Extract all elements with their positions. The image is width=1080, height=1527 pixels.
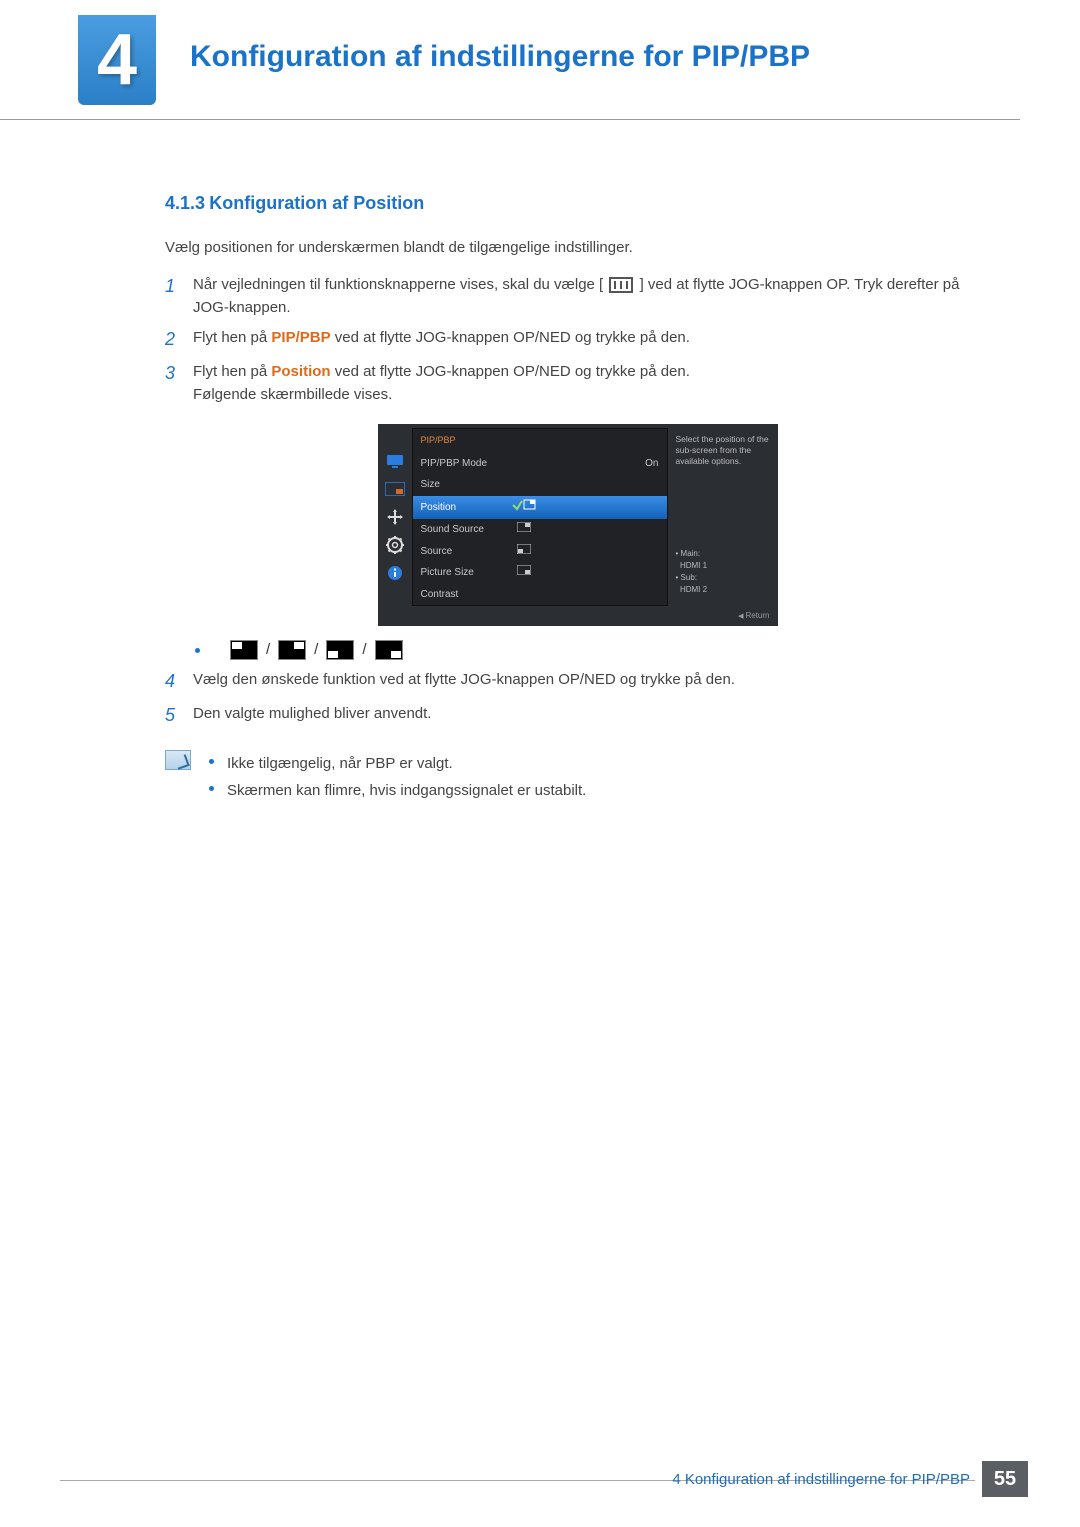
position-option-tr — [278, 640, 306, 660]
chapter-number: 4 — [97, 19, 137, 101]
osd-row-picturesize: Picture Size — [413, 562, 667, 584]
separator: / — [266, 638, 270, 661]
osd-help-panel: Select the position of the sub-screen fr… — [668, 424, 778, 606]
osd-row-label: Position — [421, 500, 511, 516]
check-icon — [511, 499, 537, 517]
osd-sidebar — [378, 424, 412, 606]
step-5: 5 Den valgte mulighed bliver anvendt. — [165, 702, 990, 730]
section-heading: 4.1.3 Konfiguration af Position — [165, 190, 990, 218]
osd-row-contrast: Contrast — [413, 584, 667, 606]
step-4: 4 Vælg den ønskede funktion ved at flytt… — [165, 668, 990, 696]
osd-row-size: Size — [413, 474, 667, 496]
osd-menu: PIP/PBP PIP/PBP Mode On Size Position So… — [412, 428, 668, 606]
osd-screenshot: PIP/PBP PIP/PBP Mode On Size Position So… — [378, 424, 778, 626]
note-icon — [165, 750, 191, 770]
step-2-text-a: Flyt hen på — [193, 329, 271, 346]
step-1-text-a: Når vejledningen til funktionsknapperne … — [193, 276, 603, 293]
osd-main-label: Main: — [681, 549, 701, 558]
footer-title: 4 Konfiguration af indstillingerne for P… — [660, 1471, 982, 1488]
step-body: Flyt hen på Position ved at flytte JOG-k… — [193, 360, 990, 407]
bullet-icon — [195, 648, 200, 653]
chapter-tab: 4 — [78, 15, 156, 105]
step-3-text-c: Følgende skærmbillede vises. — [193, 383, 990, 406]
step-body: Vælg den ønskede funktion ved at flytte … — [193, 668, 990, 696]
pip-icon — [384, 480, 406, 498]
section-number: 4.1.3 — [165, 193, 205, 213]
position-option-tl — [230, 640, 258, 660]
page-title: Konfiguration af indstillingerne for PIP… — [190, 40, 810, 74]
step-body: Flyt hen på PIP/PBP ved at flytte JOG-kn… — [193, 326, 990, 354]
osd-status: • Main: HDMI 1 • Sub: HDMI 2 — [676, 548, 708, 596]
step-3-keyword: Position — [271, 363, 330, 380]
osd-row-label: Picture Size — [421, 565, 511, 581]
brightness-icon — [384, 452, 406, 470]
note-list: Ikke tilgængelig, når PBP er valgt. Skær… — [209, 748, 586, 807]
step-2-text-b: ved at flytte JOG-knappen OP/NED og tryk… — [335, 329, 690, 346]
page-footer: 4 Konfiguration af indstillingerne for P… — [0, 1461, 1080, 1497]
osd-main-val: HDMI 1 — [680, 561, 707, 570]
osd-row-position: Position — [413, 496, 667, 520]
position-options-line: / / / — [195, 638, 990, 661]
osd-row-label: Contrast — [421, 587, 511, 603]
step-number: 3 — [165, 360, 193, 407]
move-icon — [384, 508, 406, 526]
step-1: 1 Når vejledningen til funktionsknappern… — [165, 273, 990, 320]
page-header: 4 Konfiguration af indstillingerne for P… — [0, 0, 1020, 120]
note-item: Ikke tilgængelig, når PBP er valgt. — [209, 752, 586, 775]
position-option-bl — [326, 640, 354, 660]
step-2: 2 Flyt hen på PIP/PBP ved at flytte JOG-… — [165, 326, 990, 354]
separator: / — [362, 638, 366, 661]
osd-row-source: Source — [413, 541, 667, 563]
step-number: 4 — [165, 668, 193, 696]
osd-row-label: Sound Source — [421, 522, 511, 538]
osd-menu-title: PIP/PBP — [413, 429, 667, 453]
osd-help-text: Select the position of the sub-screen fr… — [676, 434, 770, 467]
step-number: 2 — [165, 326, 193, 354]
pip-bl-icon — [511, 544, 537, 560]
pip-br-icon — [511, 565, 537, 581]
osd-row-value: On — [645, 456, 658, 472]
step-3: 3 Flyt hen på Position ved at flytte JOG… — [165, 360, 990, 407]
step-number: 1 — [165, 273, 193, 320]
osd-row-label: Size — [421, 477, 511, 493]
step-3-text-b: ved at flytte JOG-knappen OP/NED og tryk… — [335, 363, 690, 380]
osd-row-label: Source — [421, 544, 511, 560]
osd-row-sound: Sound Source — [413, 519, 667, 541]
step-number: 5 — [165, 702, 193, 730]
position-option-br — [375, 640, 403, 660]
step-2-keyword: PIP/PBP — [271, 329, 330, 346]
osd-sub-label: Sub: — [681, 573, 697, 582]
info-icon — [384, 564, 406, 582]
step-body: Når vejledningen til funktionsknapperne … — [193, 273, 990, 320]
osd-row-mode: PIP/PBP Mode On — [413, 453, 667, 475]
content: 4.1.3 Konfiguration af Position Vælg pos… — [0, 120, 1080, 806]
step-3-text-a: Flyt hen på — [193, 363, 271, 380]
menu-icon — [609, 277, 633, 293]
osd-row-label: PIP/PBP Mode — [421, 456, 511, 472]
page-number: 55 — [982, 1461, 1028, 1497]
note-block: Ikke tilgængelig, når PBP er valgt. Skær… — [165, 748, 990, 807]
osd-return: Return — [738, 610, 769, 623]
osd-sub-val: HDMI 2 — [680, 585, 707, 594]
note-item: Skærmen kan flimre, hvis indgangssignale… — [209, 779, 586, 802]
intro-text: Vælg positionen for underskærmen blandt … — [165, 236, 990, 259]
pip-tr-icon — [511, 522, 537, 538]
gear-icon — [384, 536, 406, 554]
step-body: Den valgte mulighed bliver anvendt. — [193, 702, 990, 730]
section-title: Konfiguration af Position — [209, 193, 424, 213]
separator: / — [314, 638, 318, 661]
